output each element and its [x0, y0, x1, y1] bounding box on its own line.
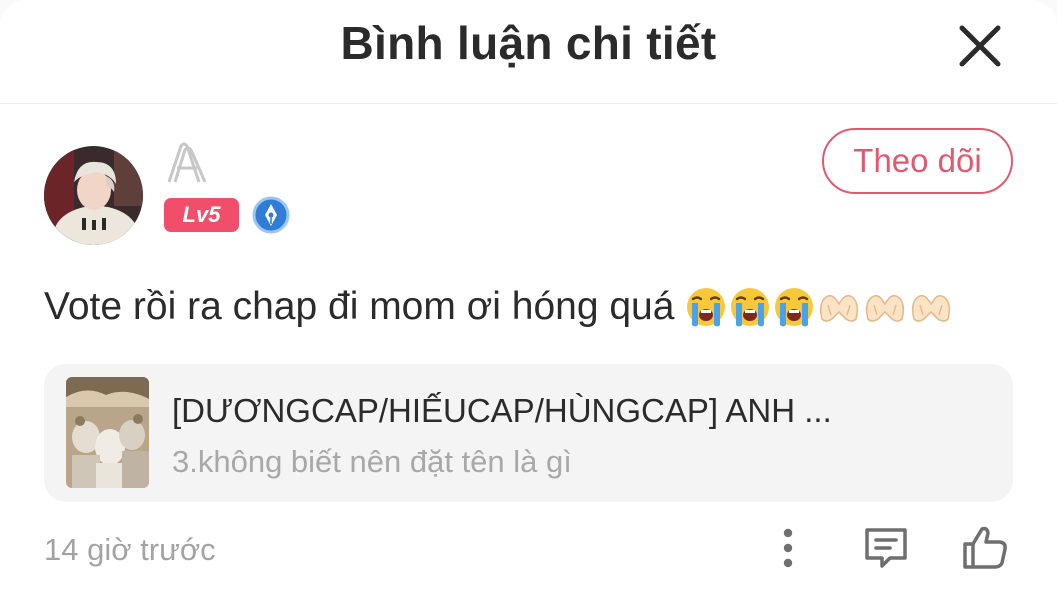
- loudly-crying-face-icon: [731, 288, 770, 327]
- story-cover-image: [66, 377, 149, 488]
- comment-text: Vote rồi ra chap đi mom ơi hóng quá: [44, 285, 675, 328]
- username-stylized-logo: [167, 142, 207, 183]
- like-icon: [963, 526, 1007, 569]
- level-badge: Lv5: [164, 198, 239, 232]
- close-button[interactable]: [952, 18, 1008, 74]
- story-card[interactable]: [DƯƠNGCAP/HIẾUCAP/HÙNGCAP] ANH ... 3.khô…: [44, 364, 1013, 502]
- loudly-crying-face-icon: [687, 288, 726, 327]
- story-title: [DƯƠNGCAP/HIẾUCAP/HÙNGCAP] ANH ...: [172, 392, 832, 429]
- heart-hands-icon: [866, 294, 905, 322]
- like-button[interactable]: [960, 524, 1010, 572]
- follow-button[interactable]: Theo dõi: [822, 128, 1013, 194]
- reply-button[interactable]: [862, 524, 910, 572]
- sheet-header: Bình luận chi tiết: [0, 0, 1057, 104]
- story-chapter: 3.không biết nên đặt tên là gì: [172, 444, 572, 479]
- avatar[interactable]: [44, 146, 143, 245]
- comment-detail-sheet: Bình luận chi tiết Lv5 Theo dõi Vote rồi…: [0, 0, 1057, 600]
- emoji-row: [684, 285, 954, 329]
- comment-body: Vote rồi ra chap đi mom ơi hóng quá: [44, 284, 954, 330]
- more-vertical-icon: [783, 528, 793, 568]
- more-options-button[interactable]: [770, 524, 806, 572]
- heart-hands-icon: [820, 294, 859, 322]
- loudly-crying-face-icon: [775, 288, 814, 327]
- page-title: Bình luận chi tiết: [340, 17, 717, 69]
- heart-hands-icon: [912, 294, 951, 322]
- comment-timestamp: 14 giờ trước: [44, 532, 216, 567]
- close-icon: [959, 25, 1001, 67]
- reply-icon: [865, 528, 907, 568]
- author-pen-badge-icon: [252, 196, 290, 234]
